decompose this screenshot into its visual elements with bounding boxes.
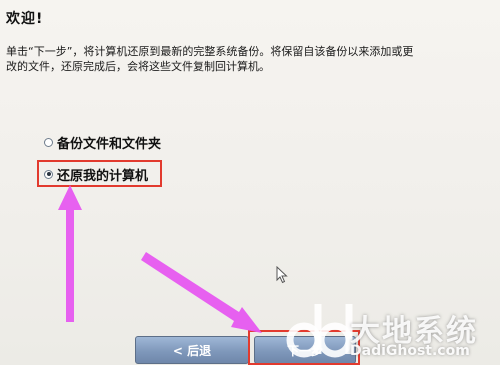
- wizard-title: 欢迎!: [6, 11, 44, 27]
- radio-label-backup: 备份文件和文件夹: [57, 136, 162, 152]
- watermark-url: DadiGhost.com: [350, 343, 470, 359]
- radio-button-backup[interactable]: [44, 137, 53, 147]
- restore-highlight-box: [37, 160, 162, 187]
- arrow-up-icon: [58, 185, 82, 322]
- mouse-cursor-icon: [276, 266, 288, 284]
- description-line-2: 改的文件，还原完成后，会将这些文件复制回计算机。: [6, 60, 270, 73]
- description-line-1: 单击“下一步”，将计算机还原到最新的完整系统备份。将保留自该备份以来添加或更: [6, 45, 414, 58]
- radio-option-backup[interactable]: 备份文件和文件夹: [44, 133, 162, 152]
- arrow-diagonal-icon: [141, 252, 262, 333]
- wizard-description: 单击“下一步”，将计算机还原到最新的完整系统备份。将保留自该备份以来添加或更 改…: [6, 44, 500, 74]
- back-button[interactable]: < 后退: [135, 336, 249, 364]
